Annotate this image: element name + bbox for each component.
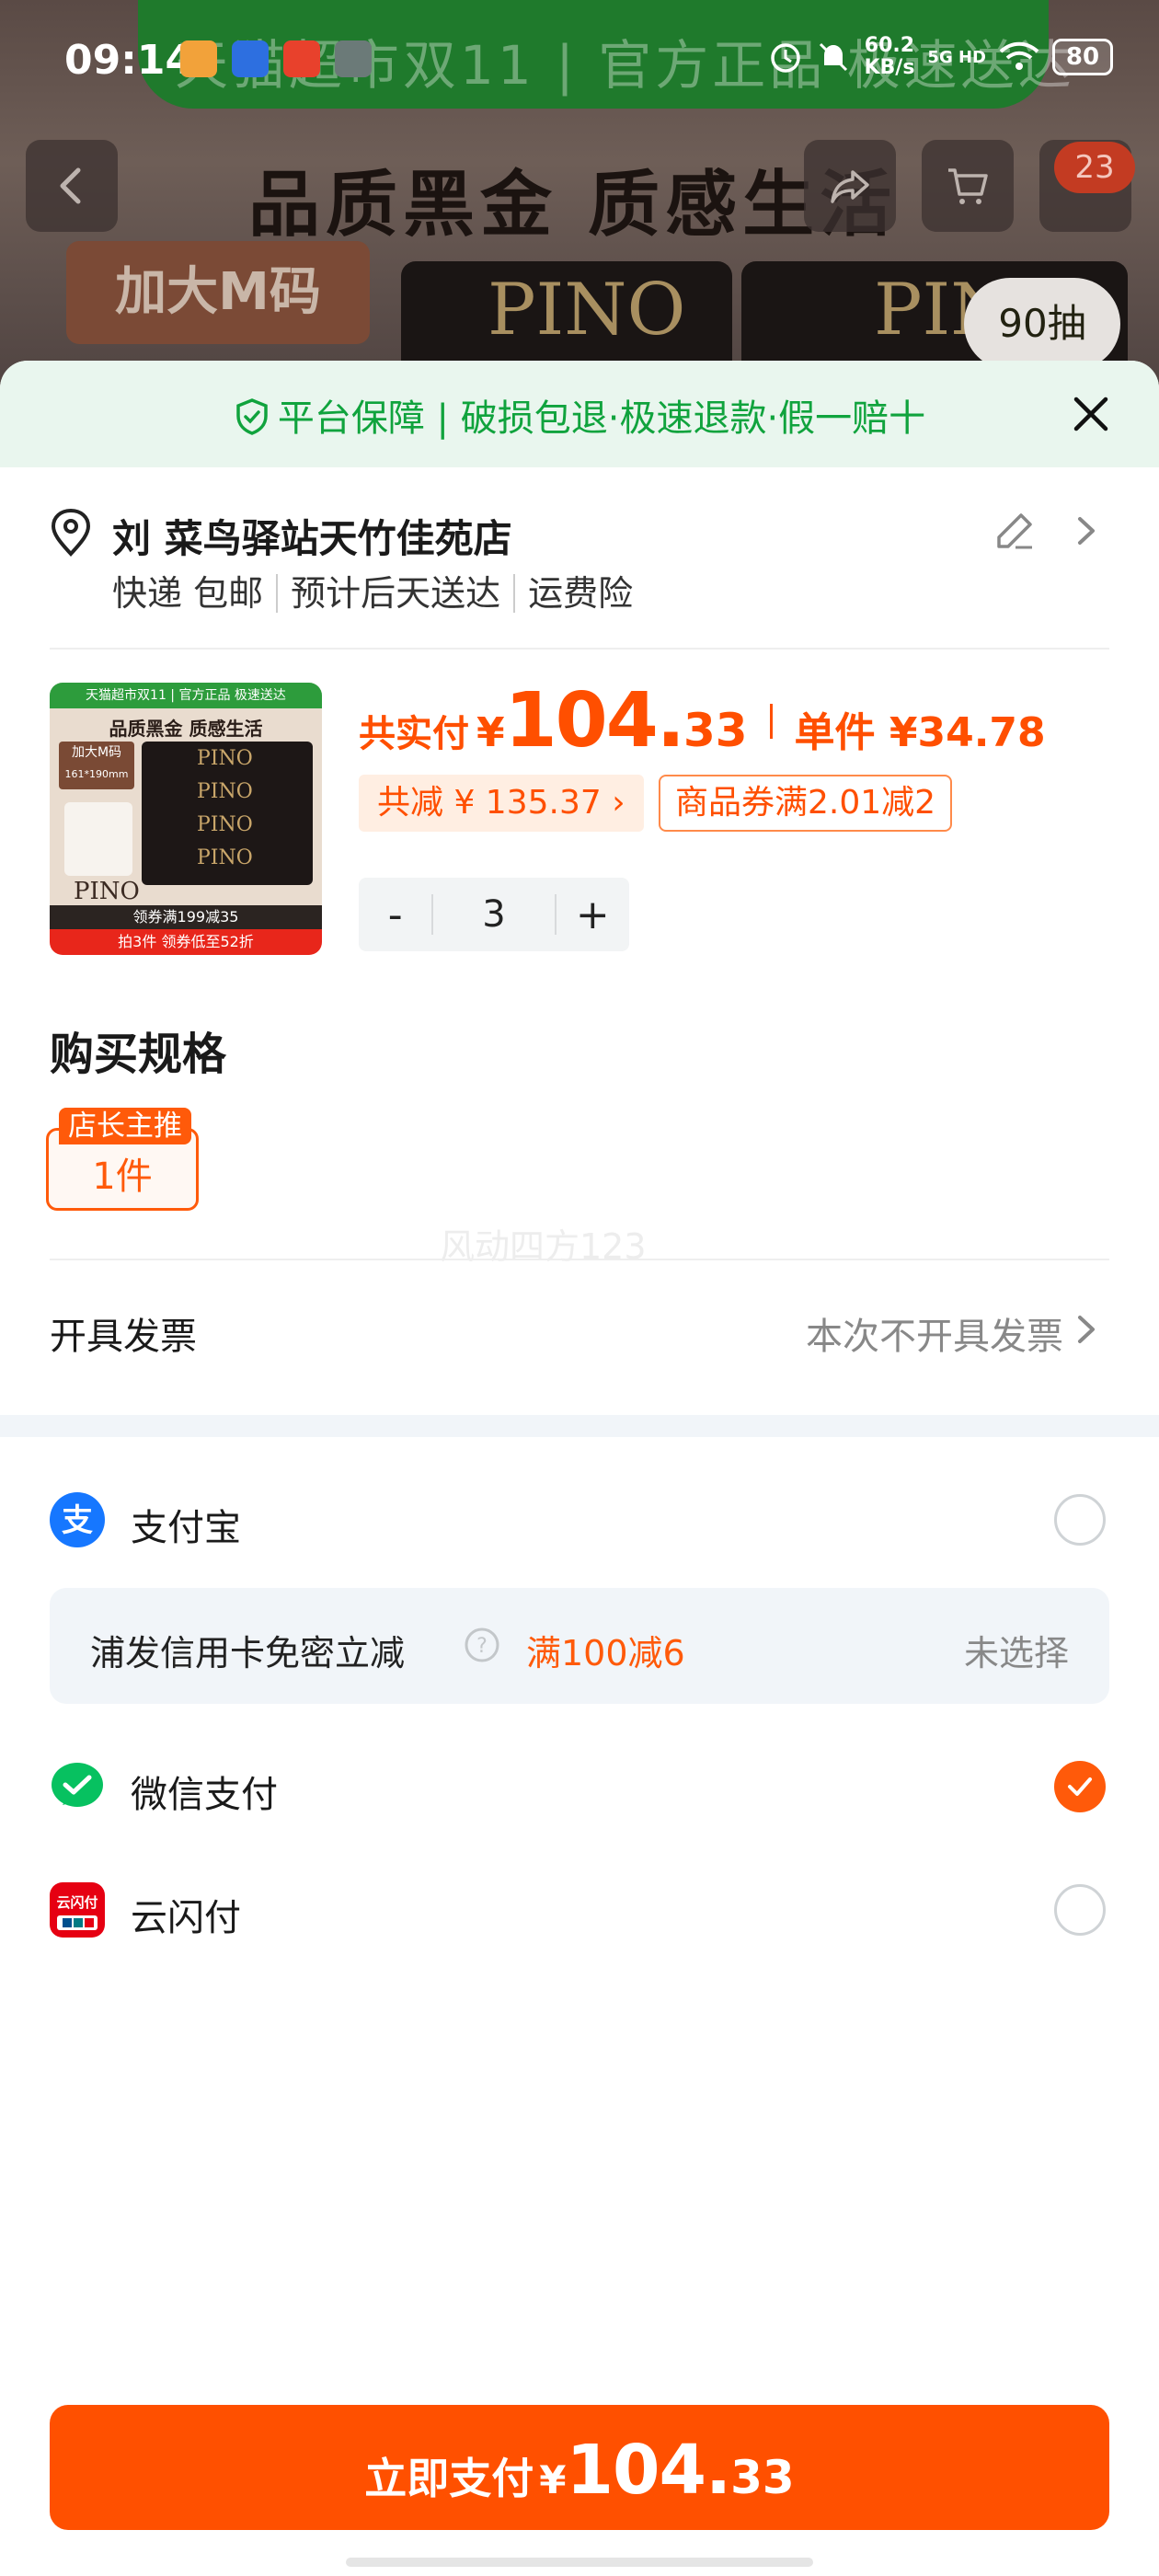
product-thumbnail[interactable]: 天猫超市双11 | 官方正品 极速送达 品质黑金 质感生活 加大M码 161*1… [50, 683, 322, 955]
app-notification-icon [283, 40, 320, 77]
shield-check-icon [236, 398, 268, 435]
pay-now-label-row: 立即支付 ¥ 104. 33 [50, 2431, 1109, 2510]
share-icon [831, 170, 869, 203]
alarm-icon [771, 43, 801, 73]
payment-option-alipay[interactable]: 支 支付宝 [0, 1483, 1159, 1557]
payment-option-wechat[interactable]: 微信支付 [0, 1750, 1159, 1823]
spec-option[interactable]: 1件 店长主推 [46, 1108, 201, 1211]
promo-offer: 满100减6 [526, 1633, 685, 1673]
quantity-value[interactable]: 3 [431, 894, 557, 935]
unionpay-icon: 云闪付 [50, 1882, 105, 1938]
total-price-dec: 33 [683, 704, 748, 757]
shipping-method: 快递 包邮 [112, 573, 264, 614]
invoice-value[interactable]: 本次不开具发票 [806, 1306, 1063, 1360]
share-button[interactable] [804, 140, 896, 232]
edit-icon[interactable] [993, 510, 1036, 552]
wechat-pay-icon [52, 1763, 103, 1807]
payment-option-unionpay[interactable]: 云闪付 云闪付 [0, 1873, 1159, 1947]
net-speed: 60.2 KB/s [864, 34, 915, 79]
battery-indicator: 80 [1052, 39, 1113, 75]
notification-icons [180, 40, 372, 77]
payment-label: 云闪付 [131, 1897, 241, 1939]
promo-status[interactable]: 未选择 [964, 1625, 1069, 1675]
unit-price: 单件 ¥34.78 [794, 709, 1046, 756]
shipping-insurance: 运费险 [513, 574, 646, 613]
thumb-slogan: 品质黑金 质感生活 [109, 718, 263, 740]
check-icon [1068, 1777, 1092, 1796]
status-time: 09:14 [64, 37, 194, 84]
size-tag: 加大M码 [66, 241, 370, 344]
delivery-estimate: 预计后天送达 [276, 574, 513, 613]
price-summary: 共实付 ¥ 104. 33 单件 ¥34.78 [359, 677, 1046, 765]
card-promo-row[interactable]: 浦发信用卡免密立减 ? 满100减6 未选择 [50, 1588, 1109, 1704]
promo-label: 浦发信用卡免密立减 [90, 1633, 406, 1673]
status-bar: 09:14 60.2 KB/s 5G HD 80 [0, 0, 1159, 120]
radio-checked[interactable] [1054, 1761, 1106, 1812]
brand-text: PINO [488, 269, 686, 351]
alipay-icon: 支 [50, 1492, 105, 1547]
help-icon[interactable]: ? [464, 1627, 500, 1663]
wifi-icon [999, 41, 1039, 70]
pay-amount-dec: 33 [730, 2451, 795, 2504]
guarantee-text: 平台保障 | 破损包退·极速退款·假一赔十 [277, 397, 926, 440]
app-notification-icon [232, 40, 269, 77]
app-notification-icon [180, 40, 217, 77]
guarantee-text-row: 平台保障 | 破损包退·极速退款·假一赔十 [0, 388, 1159, 442]
cart-count-badge: 23 [1054, 142, 1135, 193]
total-price-int: 104. [504, 677, 685, 765]
chevron-right-icon[interactable] [1071, 1310, 1100, 1349]
thumb-product-stack: PINO PINO PINO PINO [142, 742, 313, 885]
quantity-stepper: - 3 + [359, 878, 629, 951]
pay-now-button[interactable]: 立即支付 ¥ 104. 33 [50, 2405, 1109, 2530]
divider [50, 648, 1109, 650]
radio-unchecked[interactable] [1054, 1884, 1106, 1936]
pay-currency: ¥ [539, 2457, 567, 2502]
home-indicator[interactable] [346, 2558, 813, 2567]
cart-icon [948, 168, 988, 204]
thumb-size-tag: 加大M码 161*190mm [59, 742, 134, 789]
currency-symbol: ¥ [476, 709, 505, 756]
app-notification-icon [335, 40, 372, 77]
delivery-address[interactable]: 刘 菜鸟驿站天竹佳苑店 [112, 508, 512, 564]
signal-label: 5G HD [927, 47, 986, 67]
total-label: 共实付 [359, 713, 469, 755]
price-separator [769, 703, 773, 739]
cart-button[interactable] [922, 140, 1014, 232]
sheets-badge: 90抽 [964, 278, 1120, 370]
section-separator [0, 1415, 1159, 1437]
watermark: 风动四方123 [440, 1226, 647, 1267]
coupon-chip[interactable]: 商品券满2.01减2 [659, 775, 953, 832]
back-button[interactable] [26, 140, 118, 232]
chevron-left-icon [60, 167, 81, 204]
svg-text:云闪付: 云闪付 [56, 1894, 98, 1911]
pay-amount-int: 104. [566, 2431, 732, 2510]
svg-text:?: ? [476, 1635, 488, 1658]
invoice-label: 开具发票 [50, 1316, 197, 1358]
product-slogan: 品质黑金 质感生活 [248, 164, 898, 247]
divider [50, 1259, 1109, 1260]
thumb-banner: 天猫超市双11 | 官方正品 极速送达 [50, 683, 322, 708]
close-icon[interactable] [1069, 392, 1113, 436]
increase-button[interactable]: + [557, 891, 629, 938]
pay-now-label: 立即支付 [364, 2454, 534, 2503]
spec-title: 购买规格 [50, 1029, 227, 1080]
delivery-info: 快递 包邮 预计后天送达 运费险 [112, 574, 646, 613]
location-pin-icon [51, 508, 91, 557]
decrease-button[interactable]: - [359, 891, 431, 938]
recommended-badge: 店长主推 [59, 1108, 191, 1144]
platform-guarantee-bar: 平台保障 | 破损包退·极速退款·假一赔十 [0, 361, 1159, 467]
mute-icon [820, 42, 848, 72]
total-discount-chip[interactable]: 共减 ¥ 135.37 › [359, 775, 644, 832]
payment-label: 微信支付 [131, 1774, 278, 1816]
system-indicators: 60.2 KB/s 5G HD 80 [768, 35, 1113, 79]
thumb-brand: PINO [74, 878, 140, 905]
thumb-coupon-line: 领券满199减35 [50, 905, 322, 929]
thumb-promo-line: 拍3件 领券低至52折 [50, 929, 322, 955]
thumb-tissue-box [64, 802, 132, 876]
svg-text:支: 支 [62, 1502, 93, 1539]
payment-label: 支付宝 [131, 1507, 241, 1549]
chevron-right-icon[interactable] [1071, 512, 1100, 550]
checkout-sheet: 平台保障 | 破损包退·极速退款·假一赔十 刘 菜鸟驿站天竹佳苑店 快递 包邮 … [0, 361, 1159, 2576]
radio-unchecked[interactable] [1054, 1494, 1106, 1546]
